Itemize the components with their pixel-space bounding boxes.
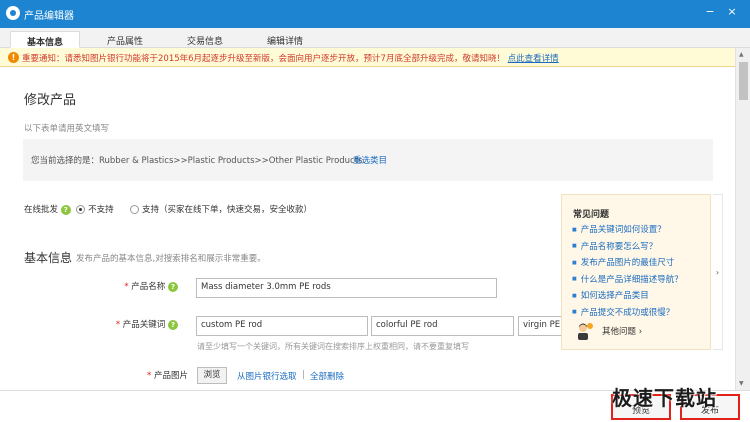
- browse-button[interactable]: 浏览: [197, 367, 227, 384]
- title-bar: 产品编辑器 − ×: [0, 0, 750, 28]
- basic-info-heading: 基本信息: [24, 251, 73, 265]
- faq-item-image-size[interactable]: 发布产品图片的最佳尺寸: [572, 256, 683, 273]
- faq-item-product-name[interactable]: 产品名称要怎么写？: [572, 240, 683, 257]
- wholesale-no-label: 不支持: [88, 205, 114, 215]
- form-content: 修改产品 以下表单请用英文填写 您当前选择的是：Rubber & Plastic…: [0, 67, 735, 390]
- vertical-scrollbar[interactable]: ▲ ▼: [735, 48, 750, 390]
- product-image-label-text: 产品图片: [153, 371, 188, 381]
- faq-more-label: 其他问题: [602, 327, 637, 337]
- product-name-input[interactable]: Mass diameter 3.0mm PE rods: [196, 278, 497, 298]
- faq-list: 产品关键词如何设置？ 产品名称要怎么写？ 发布产品图片的最佳尺寸 什么是产品详细…: [572, 223, 683, 322]
- wholesale-label: 在线批发: [24, 205, 59, 215]
- faq-more-link[interactable]: 其他问题 ›: [602, 325, 642, 337]
- product-image-label: * 产品图片: [98, 369, 188, 381]
- faq-item-category[interactable]: 如何选择产品类目: [572, 289, 683, 306]
- tab-product-attributes[interactable]: 产品属性: [90, 31, 160, 48]
- warning-icon: !: [8, 52, 19, 63]
- product-keywords-label: * 产品关键词 ?: [88, 318, 178, 330]
- product-keywords-label-text: 产品关键词: [122, 320, 166, 330]
- notice-details-link[interactable]: 点此查看详情: [508, 54, 559, 64]
- scroll-up-icon[interactable]: ▲: [739, 51, 744, 58]
- product-name-label-text: 产品名称: [131, 282, 166, 292]
- required-mark: *: [147, 371, 152, 381]
- wholesale-no-radio[interactable]: [76, 205, 86, 214]
- keyword-input-3[interactable]: virgin PE rod: [518, 316, 562, 336]
- basic-info-description: 发布产品的基本信息,对搜索排名和展示非常重要。: [76, 254, 266, 264]
- tab-edit-details[interactable]: 编辑详情: [250, 31, 320, 48]
- wholesale-row: 在线批发 ? 不支持 支持（买家在线下单，快速交易，安全收款）: [24, 203, 312, 215]
- faq-title: 常见问题: [573, 210, 610, 220]
- close-icon[interactable]: ×: [723, 3, 741, 21]
- choose-from-image-bank-link[interactable]: 从图片银行选取: [237, 370, 297, 382]
- tab-trade-info[interactable]: 交易信息: [170, 31, 240, 48]
- window-title: 产品编辑器: [24, 11, 74, 22]
- required-mark: *: [115, 320, 121, 330]
- keyword-input-2[interactable]: colorful PE rod: [371, 316, 514, 336]
- help-icon[interactable]: ?: [168, 281, 178, 292]
- notice-message: 重要通知：请悉知图片银行功能将于2015年6月起逐步升级至新版，会面向用户逐步开…: [22, 54, 505, 64]
- help-icon[interactable]: ?: [168, 319, 178, 330]
- required-mark: *: [124, 282, 129, 292]
- notice-text: 重要通知：请悉知图片银行功能将于2015年6月起逐步升级至新版，会面向用户逐步开…: [22, 52, 559, 64]
- category-box: 您当前选择的是：Rubber & Plastics>>Plastic Produ…: [23, 139, 713, 181]
- faq-item-keywords[interactable]: 产品关键词如何设置？: [572, 223, 683, 240]
- help-icon[interactable]: ?: [60, 204, 71, 215]
- tab-bar: 基本信息 产品属性 交易信息 编辑详情: [0, 28, 750, 48]
- keywords-hint: 请至少填写一个关键词，所有关键词在搜索排序上权重相同，请不要重复填写: [197, 342, 469, 351]
- reselect-category-link[interactable]: 重选类目: [353, 154, 387, 166]
- english-hint: 以下表单请用英文填写: [24, 124, 110, 134]
- product-name-label: * 产品名称 ?: [88, 280, 178, 292]
- notice-bar: ! 重要通知：请悉知图片银行功能将于2015年6月起逐步升级至新版，会面向用户逐…: [0, 48, 735, 67]
- link-separator: |: [302, 370, 305, 380]
- faq-collapse-arrow[interactable]: ›: [713, 194, 723, 350]
- faq-item-submit-failed[interactable]: 产品提交不成功或很慢？: [572, 306, 683, 323]
- wholesale-yes-label: 支持（买家在线下单，快速交易，安全收款）: [142, 205, 313, 215]
- wholesale-yes-radio[interactable]: [130, 205, 140, 214]
- scroll-thumb[interactable]: [739, 62, 748, 100]
- scroll-down-icon[interactable]: ▼: [739, 380, 744, 387]
- tab-basic-info[interactable]: 基本信息: [10, 31, 80, 48]
- delete-all-link[interactable]: 全部删除: [310, 370, 344, 382]
- minimize-icon[interactable]: −: [701, 3, 719, 21]
- category-path: 您当前选择的是：Rubber & Plastics>>Plastic Produ…: [31, 156, 363, 166]
- keyword-input-1[interactable]: custom PE rod: [196, 316, 368, 336]
- faq-item-description-nav[interactable]: 什么是产品详细描述导航？: [572, 273, 683, 290]
- page-title: 修改产品: [24, 93, 77, 108]
- faq-more-arrow: ›: [638, 327, 643, 337]
- support-person-icon: [578, 323, 593, 340]
- faq-panel: 常见问题 产品关键词如何设置？ 产品名称要怎么写？ 发布产品图片的最佳尺寸 什么…: [561, 194, 711, 350]
- site-watermark: 极速下载站: [612, 386, 717, 410]
- app-logo-icon: [6, 6, 20, 20]
